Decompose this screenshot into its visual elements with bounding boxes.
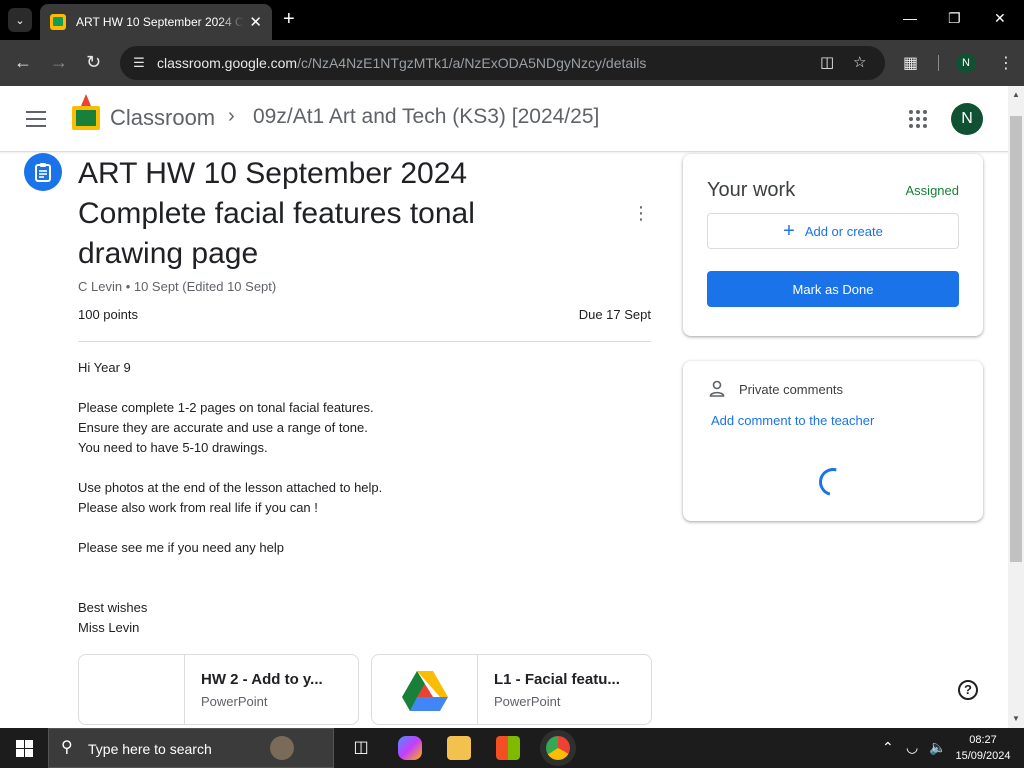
back-icon[interactable]: ← [14,52,32,72]
help-icon[interactable]: ? [958,680,978,700]
tab-search-icon[interactable]: ⌄ [8,8,32,32]
assignment-meta: C Levin • 10 Sept (Edited 10 Sept) [78,279,277,294]
attachment-title[interactable]: L1 - Facial featu... [494,671,620,688]
add-comment-link[interactable]: Add comment to the teacher [711,413,874,428]
search-icon: ⚲ [61,739,73,756]
chrome-icon[interactable] [546,736,570,760]
taskbar-clock[interactable]: 08:27 15/09/2024 [950,732,1016,764]
windows-start-icon[interactable] [16,740,33,757]
taskbar-search-placeholder: Type here to search [88,741,212,757]
mark-as-done-button[interactable]: Mark as Done [707,271,959,307]
attachment-thumbnail [79,655,185,724]
attachment-card[interactable]: L1 - Facial featu... PowerPoint [371,654,652,725]
copilot-icon[interactable] [398,736,422,760]
person-icon [709,380,725,397]
assignment-points: 100 points [78,307,138,322]
restore-icon[interactable]: ❐ [948,10,961,27]
assignment-title: ART HW 10 September 2024 Complete facial… [78,157,475,270]
attachment-thumbnail [372,655,478,724]
private-comments-title: Private comments [739,382,844,397]
your-work-card: Your work Assigned + Add or create Mark … [683,154,983,336]
address-bar[interactable]: ☰ classroom.google.com/c/NzA4NzE1NTgzMTk… [120,46,885,80]
minimize-icon[interactable]: — [903,10,917,26]
add-or-create-label: Add or create [804,223,883,239]
classroom-logo-icon[interactable] [72,94,100,132]
scroll-down-icon[interactable]: ▼ [1012,714,1020,723]
clock-time: 08:27 [969,734,997,746]
page-scrollbar[interactable]: ▲ ▼ [1008,86,1024,728]
new-tab-icon[interactable]: + [283,9,295,29]
google-drive-icon [401,670,448,711]
main-menu-icon[interactable] [26,111,46,127]
show-hidden-icons-icon[interactable]: ⌃ [882,739,894,756]
volume-icon[interactable]: 🔈 [929,739,946,756]
toolbar-divider [938,55,939,71]
windows-taskbar: ⚲ Type here to search ◫ ⌃ ◡ 🔈 08:27 15/0… [0,728,1024,768]
url-text[interactable]: classroom.google.com/c/NzA4NzE1NTgzMTk1/… [157,55,646,71]
your-work-title: Your work [707,179,796,201]
attachment-card[interactable]: HW 2 - Add to y... PowerPoint [78,654,359,725]
account-avatar[interactable]: N [951,103,983,135]
classroom-favicon-icon [50,14,66,30]
bookmark-star-icon[interactable]: ☆ [853,53,866,71]
attachment-type: PowerPoint [201,694,268,709]
page-content: Classroom › 09z/At1 Art and Tech (KS3) [… [0,86,1008,728]
browser-toolbar: ← → ↻ ☰ classroom.google.com/c/NzA4NzE1N… [0,40,1024,86]
breadcrumb-class[interactable]: 09z/At1 Art and Tech (KS3) [2024/25] [253,105,599,129]
browser-tab[interactable]: ART HW 10 September 2024 Complete facial… [40,4,272,40]
extensions-icon[interactable]: ▦ [903,53,918,73]
assignment-description: Hi Year 9 Please complete 1-2 pages on t… [78,360,383,635]
forward-icon[interactable]: → [50,52,68,72]
attachment-type: PowerPoint [494,694,561,709]
assignment-icon [24,153,62,191]
assignment-due-date: Due 17 Sept [578,307,651,322]
microsoft-store-icon[interactable] [496,736,520,760]
private-comments-card: Private comments Add comment to the teac… [683,361,983,521]
reload-icon[interactable]: ↻ [86,52,101,72]
classroom-app-bar: Classroom › 09z/At1 Art and Tech (KS3) [… [0,86,1008,152]
close-tab-icon[interactable]: ✕ [249,13,262,31]
profile-avatar[interactable]: N [956,53,976,73]
task-view-icon[interactable]: ◫ [349,736,373,760]
add-or-create-button[interactable]: + Add or create [707,213,959,249]
scroll-up-icon[interactable]: ▲ [1012,90,1020,99]
browser-tab-strip: ⌄ ART HW 10 September 2024 Complete faci… [0,0,1024,40]
plus-icon: + [783,220,795,242]
file-explorer-icon[interactable] [447,736,471,760]
status-badge: Assigned [905,183,959,198]
site-info-icon[interactable]: ☰ [130,54,148,72]
divider [78,341,651,342]
chevron-right-icon: › [228,105,235,127]
tab-title: ART HW 10 September 2024 Complete facial… [76,15,244,29]
clock-date: 15/09/2024 [955,750,1011,762]
brand-name[interactable]: Classroom [110,105,215,131]
loading-spinner-icon [813,462,853,502]
search-highlight-icon[interactable] [270,736,294,760]
google-apps-icon[interactable] [909,110,927,128]
browser-menu-icon[interactable]: ⋮ [998,53,1014,73]
attachment-title[interactable]: HW 2 - Add to y... [201,671,323,688]
network-icon[interactable]: ◡ [906,739,918,756]
window-close-icon[interactable]: ✕ [994,10,1006,27]
more-options-icon[interactable]: ⋮ [632,204,650,224]
scrollbar-thumb[interactable] [1010,116,1022,562]
install-app-icon[interactable]: ◫ [820,53,834,71]
